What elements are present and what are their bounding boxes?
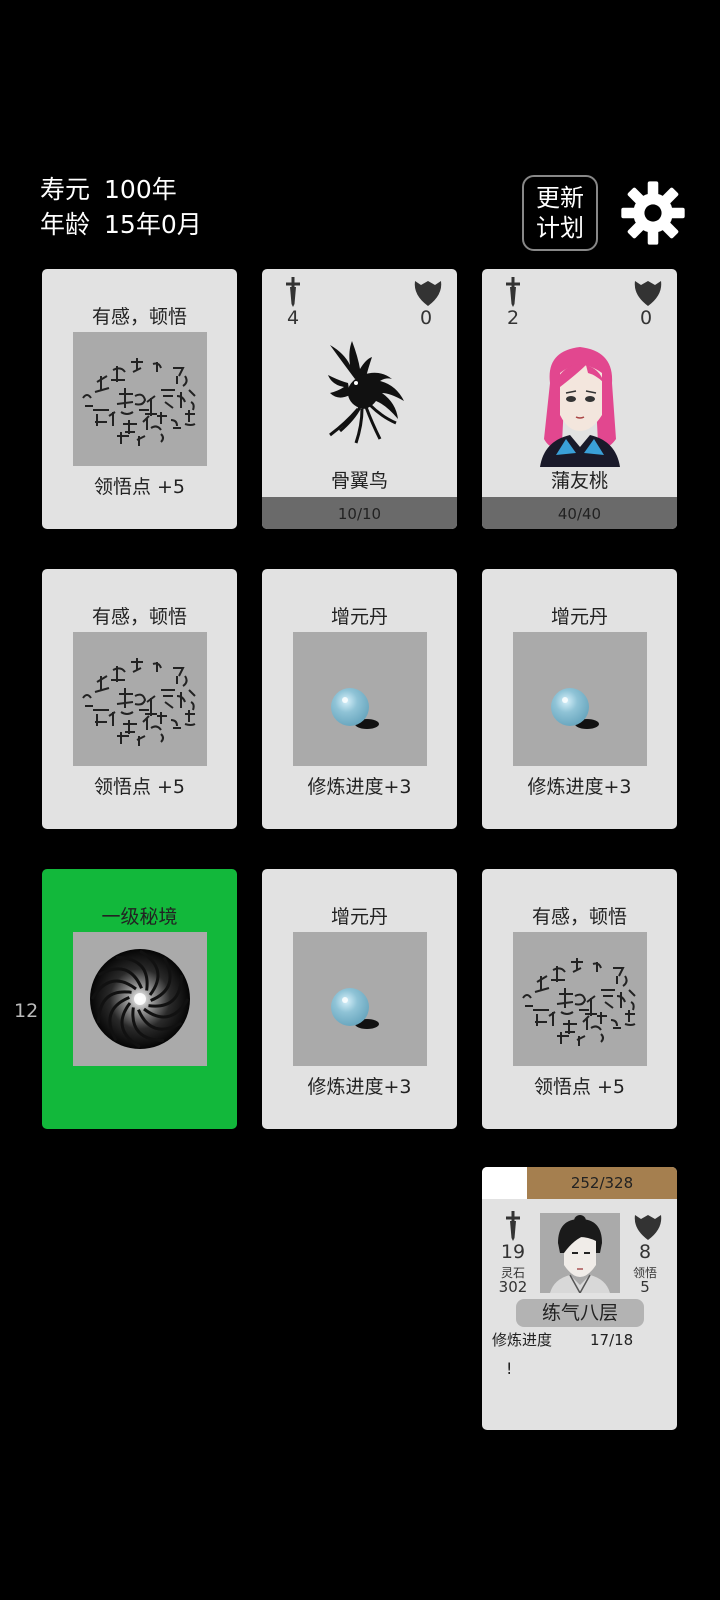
monster-card-bone-wing-bird[interactable]: 4 0 骨翼鸟 10/10	[262, 269, 457, 529]
event-card-enlightenment[interactable]: 有感，顿悟 领悟点 +5	[42, 269, 237, 529]
vortex-image	[73, 932, 207, 1066]
item-card-pill[interactable]: 增元丹 修炼进度+3	[262, 869, 457, 1129]
player-avatar	[540, 1213, 620, 1293]
age-label: 年龄	[40, 210, 91, 239]
card-title: 增元丹	[330, 906, 388, 928]
gear-icon[interactable]	[620, 180, 686, 246]
update-plan-button[interactable]: 更新 计划	[522, 175, 598, 251]
lifespan-row: 寿元 100年	[40, 175, 177, 205]
card-title: 增元丹	[550, 606, 608, 628]
card-caption: 领悟点 +5	[533, 1076, 626, 1098]
card-title: 有感，顿悟	[531, 906, 627, 928]
sword-icon	[286, 277, 300, 307]
attack-value: 2	[506, 307, 520, 329]
npc-card-pu-you-tao[interactable]: 2 0 蒲友桃 40/40	[482, 269, 677, 529]
card-title: 有感，顿悟	[91, 606, 187, 628]
pill-image	[293, 932, 427, 1066]
comprehension-value: 5	[640, 1278, 650, 1296]
spirit-stone-value: 302	[498, 1278, 528, 1296]
card-caption: 修炼进度+3	[527, 776, 632, 798]
alert-indicator: !	[506, 1359, 513, 1378]
update-plan-label-1: 更新	[536, 184, 584, 212]
cultivation-progress-label: 修炼进度	[492, 1331, 553, 1349]
hp-bar-empty	[482, 1167, 527, 1199]
age-value: 15年0月	[104, 210, 202, 239]
card-caption: 修炼进度+3	[307, 776, 412, 798]
card-caption: 领悟点 +5	[93, 476, 186, 498]
lifespan-value: 100年	[104, 175, 177, 204]
monster-name: 骨翼鸟	[330, 470, 388, 492]
side-counter: 12	[14, 1000, 39, 1022]
shield-icon	[414, 281, 442, 306]
lifespan-label: 寿元	[40, 175, 91, 204]
monster-hp-bar: 10/10	[262, 497, 457, 529]
card-caption: 修炼进度+3	[307, 1076, 412, 1098]
location-card-secret-realm[interactable]: 一级秘境	[42, 869, 237, 1129]
sword-icon	[506, 1211, 520, 1241]
cultivation-progress-value: 17/18	[590, 1331, 634, 1349]
item-card-pill[interactable]: 增元丹 修炼进度+3	[262, 569, 457, 829]
item-card-pill[interactable]: 增元丹 修炼进度+3	[482, 569, 677, 829]
card-title: 增元丹	[330, 606, 388, 628]
pill-image	[293, 632, 427, 766]
card-title: 一级秘境	[101, 906, 178, 928]
card-title: 有感，顿悟	[91, 306, 187, 328]
update-plan-label-2: 计划	[536, 214, 584, 242]
player-card[interactable]: 252/328 19 灵石 302 8 领悟 5 练气八层 修炼进度 17/18…	[482, 1167, 677, 1430]
shield-icon	[634, 281, 662, 306]
pink-hair-girl-portrait	[482, 343, 677, 473]
bone-wing-bird-image	[262, 339, 457, 469]
sword-icon	[506, 277, 520, 307]
calligraphy-image	[513, 932, 647, 1066]
player-defense: 8	[638, 1241, 652, 1263]
player-attack: 19	[500, 1241, 526, 1263]
defense-value: 0	[639, 307, 653, 329]
shield-icon	[634, 1215, 662, 1240]
npc-hp-bar: 40/40	[482, 497, 677, 529]
pill-image	[513, 632, 647, 766]
calligraphy-image	[73, 632, 207, 766]
event-card-enlightenment[interactable]: 有感，顿悟 领悟点 +5	[482, 869, 677, 1129]
event-card-enlightenment[interactable]: 有感，顿悟 领悟点 +5	[42, 569, 237, 829]
card-caption: 领悟点 +5	[93, 776, 186, 798]
calligraphy-image	[73, 332, 207, 466]
cultivation-realm-badge: 练气八层	[516, 1299, 644, 1327]
defense-value: 0	[419, 307, 433, 329]
npc-name: 蒲友桃	[550, 470, 608, 492]
hp-bar-fill: 252/328	[527, 1167, 677, 1199]
attack-value: 4	[286, 307, 300, 329]
age-row: 年龄 15年0月	[40, 210, 202, 240]
